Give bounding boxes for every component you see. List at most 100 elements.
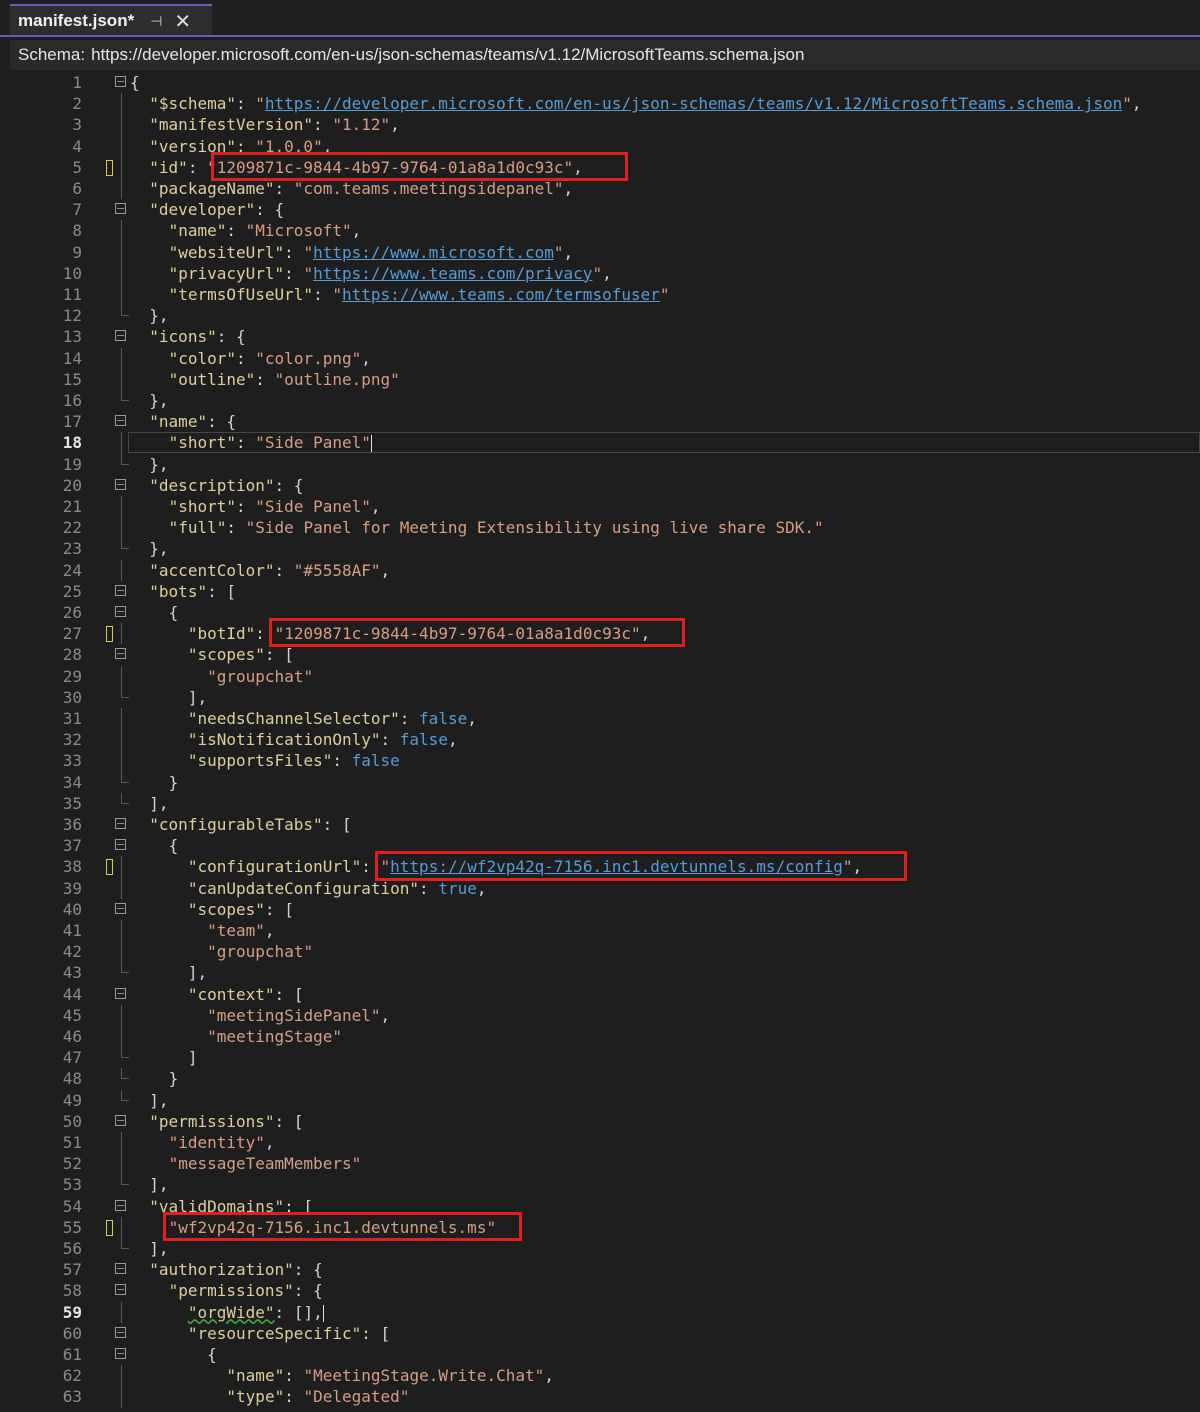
collapse-icon[interactable]: − <box>115 415 126 427</box>
code-line[interactable]: 33 "supportsFiles": false <box>0 750 1200 772</box>
fold-guide <box>121 368 122 390</box>
fold-guide <box>121 559 122 581</box>
code-line[interactable]: 1 −{ <box>0 72 1200 93</box>
collapse-icon[interactable]: − <box>115 606 126 617</box>
code-line[interactable]: 17 − "name": { <box>0 411 1200 432</box>
code-line[interactable]: 59 "orgWide": [], <box>0 1301 1200 1323</box>
code-text: ], <box>149 793 169 813</box>
collapse-icon[interactable]: − <box>115 902 126 914</box>
code-line[interactable]: 44 − "context": [ <box>0 984 1200 1005</box>
line-number: 23 <box>62 539 82 559</box>
code-text: "orgWide": [], <box>187 1302 324 1322</box>
code-line[interactable]: 38 "configurationUrl": "https://wf2vp42q… <box>0 851 1200 881</box>
code-line[interactable]: 23 }, <box>0 538 1200 559</box>
code-line[interactable]: 28 − "scopes": [ <box>0 644 1200 665</box>
collapse-icon[interactable]: − <box>115 203 126 215</box>
collapse-icon[interactable]: − <box>115 839 126 851</box>
code-line[interactable]: 51 "identity", <box>0 1132 1200 1154</box>
collapse-icon[interactable]: − <box>115 76 126 87</box>
line-number: 46 <box>62 1027 82 1046</box>
fold-guide <box>121 1026 122 1048</box>
code-line[interactable]: 25 − "bots": [ <box>0 581 1200 602</box>
code-line[interactable]: 2 "$schema": "https://developer.microsof… <box>0 93 1200 115</box>
collapse-icon[interactable]: − <box>115 648 126 660</box>
fold-guide <box>121 750 122 772</box>
code-line[interactable]: 32 "isNotificationOnly": false, <box>0 729 1200 751</box>
code-line[interactable]: 18 "short": "Side Panel" <box>0 432 1200 454</box>
code-line[interactable]: 16 }, <box>0 390 1200 411</box>
code-line[interactable]: 45 "meetingSidePanel", <box>0 1004 1200 1026</box>
code-line[interactable]: 22 "full": "Side Panel for Meeting Exten… <box>0 517 1200 539</box>
code-line[interactable]: 61 − { <box>0 1344 1200 1365</box>
code-line[interactable]: 30 ], <box>0 686 1200 708</box>
code-line[interactable]: 14 "color": "color.png", <box>0 347 1200 369</box>
line-number: 1 <box>72 73 82 92</box>
code-line[interactable]: 5 "id": "1209871c-9844-4b97-9764-01a8a1d… <box>0 151 1200 181</box>
code-line[interactable]: 53 ], <box>0 1174 1200 1195</box>
code-line[interactable]: 8 "name": "Microsoft", <box>0 220 1200 242</box>
code-line[interactable]: 48 } <box>0 1068 1200 1089</box>
code-text: "description": { <box>149 475 304 495</box>
code-line[interactable]: 36 − "configurableTabs": [ <box>0 814 1200 835</box>
code-line[interactable]: 29 "groupchat" <box>0 665 1200 687</box>
code-text: { <box>168 836 179 856</box>
code-line[interactable]: 52 "messageTeamMembers" <box>0 1153 1200 1175</box>
schema-url[interactable]: https://developer.microsoft.com/en-us/js… <box>91 45 804 65</box>
fold-guide-end <box>121 1089 129 1101</box>
code-line[interactable]: 63 "type": "Delegated" <box>0 1386 1200 1408</box>
code-line[interactable]: 41 "team", <box>0 920 1200 942</box>
collapse-icon[interactable]: − <box>115 584 126 596</box>
code-line[interactable]: 47 ] <box>0 1047 1200 1068</box>
code-line[interactable]: 6 "packageName": "com.teams.meetingsidep… <box>0 178 1200 200</box>
code-line[interactable]: 24 "accentColor": "#5558AF", <box>0 559 1200 581</box>
tab-manifest-json[interactable]: manifest.json* ⊣ ✕ <box>10 4 212 36</box>
collapse-icon[interactable]: − <box>115 1263 126 1275</box>
close-icon[interactable]: ✕ <box>174 9 191 34</box>
code-line[interactable]: 27 "botId": "1209871c-9844-4b97-9764-01a… <box>0 618 1200 648</box>
code-line[interactable]: 15 "outline": "outline.png" <box>0 368 1200 390</box>
code-line[interactable]: 3 "manifestVersion": "1.12", <box>0 114 1200 136</box>
collapse-icon[interactable]: − <box>115 1114 126 1126</box>
line-number: 40 <box>62 899 82 919</box>
code-line[interactable]: 35 ], <box>0 792 1200 814</box>
code-line[interactable]: 21 "short": "Side Panel", <box>0 496 1200 518</box>
collapse-icon[interactable]: − <box>115 987 126 999</box>
code-text: "short": "Side Panel" <box>168 433 372 453</box>
code-line[interactable]: 60 − "resourceSpecific": [ <box>0 1323 1200 1344</box>
line-number: 58 <box>62 1281 82 1301</box>
code-line[interactable]: 49 ], <box>0 1089 1200 1111</box>
code-line[interactable]: 7 − "developer": { <box>0 199 1200 220</box>
collapse-icon[interactable]: − <box>115 478 126 490</box>
code-line[interactable]: 46 "meetingStage" <box>0 1026 1200 1048</box>
collapse-icon[interactable]: − <box>115 818 126 829</box>
code-line[interactable]: 43 ], <box>0 962 1200 983</box>
code-line[interactable]: 9 "websiteUrl": "https://www.microsoft.c… <box>0 241 1200 263</box>
collapse-icon[interactable]: − <box>115 1326 126 1338</box>
code-line[interactable]: 55 "wf2vp42q-7156.inc1.devtunnels.ms" <box>0 1211 1200 1241</box>
code-line[interactable]: 42 "groupchat" <box>0 941 1200 963</box>
code-line[interactable]: 12 }, <box>0 305 1200 326</box>
code-line[interactable]: 39 "canUpdateConfiguration": true, <box>0 877 1200 899</box>
fold-guide-end <box>121 453 129 465</box>
collapse-icon[interactable]: − <box>115 1199 126 1211</box>
code-line[interactable]: 11 "termsOfUseUrl": "https://www.teams.c… <box>0 284 1200 306</box>
collapse-icon[interactable]: − <box>115 330 126 342</box>
code-text: "context": [ <box>187 984 304 1004</box>
code-line[interactable]: 10 "privacyUrl": "https://www.teams.com/… <box>0 262 1200 284</box>
code-line[interactable]: 62 "name": "MeetingStage.Write.Chat", <box>0 1365 1200 1387</box>
code-line[interactable]: 50 − "permissions": [ <box>0 1111 1200 1132</box>
code-line[interactable]: 56 ], <box>0 1238 1200 1259</box>
code-line[interactable]: 34 } <box>0 771 1200 793</box>
code-line[interactable]: 31 "needsChannelSelector": false, <box>0 708 1200 730</box>
collapse-icon[interactable]: − <box>115 1284 126 1296</box>
code-line[interactable]: 20 − "description": { <box>0 475 1200 496</box>
pin-icon[interactable]: ⊣ <box>150 13 162 30</box>
code-editor[interactable]: 1 − {2 "$schema": "https://developer.micro… <box>0 70 1200 1412</box>
code-line[interactable]: 58 − "permissions": { <box>0 1280 1200 1301</box>
code-line[interactable]: 57 − "authorization": { <box>0 1259 1200 1280</box>
collapse-icon[interactable]: − <box>115 1348 126 1359</box>
code-line[interactable]: 19 }, <box>0 453 1200 475</box>
fold-guide <box>121 93 122 115</box>
code-line[interactable]: 40 − "scopes": [ <box>0 899 1200 920</box>
code-line[interactable]: 13 − "icons": { <box>0 326 1200 347</box>
